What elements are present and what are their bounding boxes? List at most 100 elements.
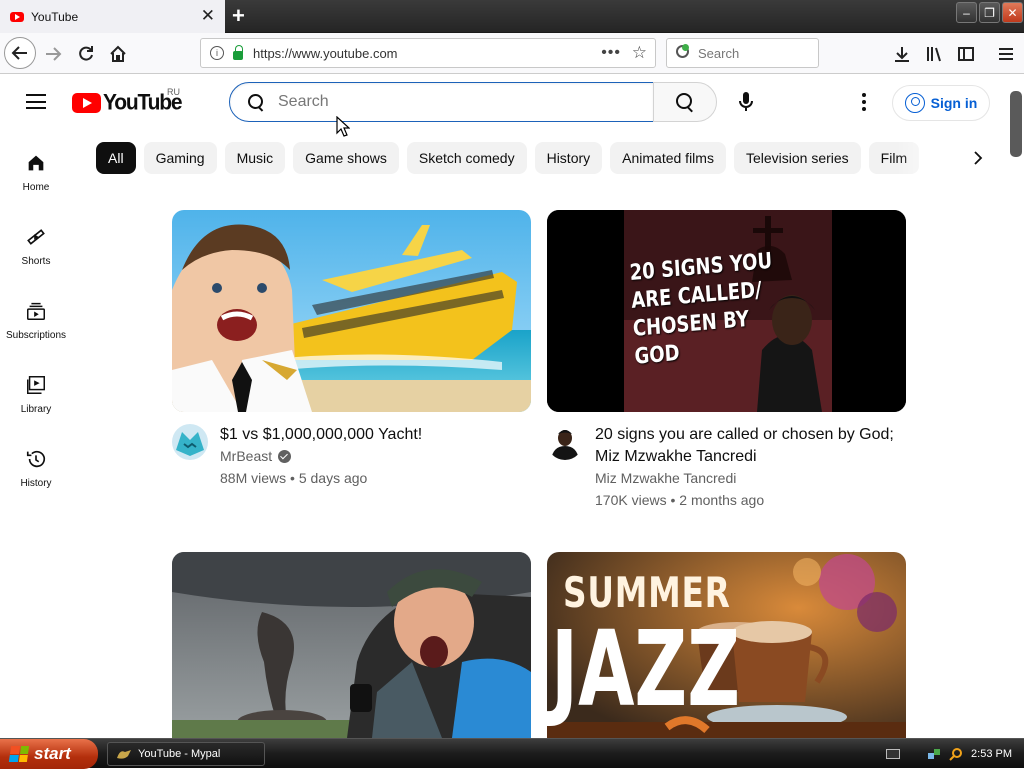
guide-menu-icon[interactable] [26, 94, 46, 109]
system-tray: 2:53 PM [914, 739, 1024, 769]
browser-tab-strip: YouTube ✕ + – ❐ ✕ [0, 0, 1024, 33]
view-count: 88M views [220, 470, 287, 486]
channel-name[interactable]: MrBeast [220, 448, 292, 464]
youtube-play-icon [72, 93, 101, 113]
sign-in-label: Sign in [930, 95, 978, 111]
channel-name[interactable]: Miz Mzwakhe Tancredi [595, 470, 736, 486]
settings-more-icon[interactable] [852, 88, 876, 116]
channel-avatar[interactable] [547, 424, 583, 460]
sidebar-label: History [20, 478, 52, 489]
history-icon [26, 450, 46, 468]
yacht-thumbnail-icon [172, 210, 531, 412]
video-thumbnail[interactable] [172, 552, 531, 738]
network-icon[interactable] [927, 747, 941, 761]
forward-arrow-icon[interactable] [42, 33, 64, 74]
chip-history[interactable]: History [534, 142, 603, 174]
account-icon [904, 93, 925, 113]
window-controls: – ❐ ✕ [956, 2, 1023, 23]
chip-music[interactable]: Music [224, 142, 286, 174]
new-tab-plus-icon[interactable]: + [232, 4, 245, 28]
browser-tab-youtube[interactable]: YouTube ✕ [0, 0, 225, 33]
sidebar-label: Library [20, 404, 52, 415]
search-placeholder: Search [278, 93, 329, 110]
library-icon [27, 376, 45, 394]
lock-icon[interactable] [233, 44, 243, 60]
voice-search-mic-icon[interactable] [728, 84, 764, 120]
taskbar-window-title: YouTube - Mypal [138, 748, 221, 760]
video-thumbnail[interactable] [172, 210, 531, 412]
home-icon[interactable] [106, 33, 130, 74]
chip-sketch-comedy[interactable]: Sketch comedy [406, 142, 527, 174]
verified-badge-icon [278, 449, 292, 463]
sidebar-item-history[interactable]: History [0, 436, 72, 510]
menu-icon[interactable] [994, 33, 1018, 74]
start-label: start [34, 744, 71, 763]
sidebar-item-library[interactable]: Library [0, 362, 72, 436]
back-arrow-icon[interactable] [4, 37, 36, 69]
upload-age: 5 days ago [298, 470, 368, 486]
downloads-icon[interactable] [890, 33, 914, 74]
thumbnail-overlay-text: 20 SIGNS YOU ARE CALLED/ CHOSEN BY GOD [629, 248, 773, 370]
reload-icon[interactable] [74, 33, 98, 74]
sign-in-button[interactable]: Sign in [892, 85, 990, 121]
minimize-button[interactable]: – [956, 2, 977, 23]
browser-search-field[interactable]: Search [666, 38, 819, 68]
chip-all[interactable]: All [96, 142, 136, 174]
page-actions-icon[interactable]: ••• [601, 44, 621, 62]
sidebar-item-home[interactable]: Home [0, 140, 72, 214]
scrollbar-thumb[interactable] [1010, 91, 1022, 157]
youtube-logo[interactable]: YouTube RU [72, 87, 183, 115]
video-title[interactable]: $1 vs $1,000,000,000 Yacht! [220, 424, 520, 446]
search-icon [248, 94, 264, 110]
address-bar[interactable]: i https://www.youtube.com ••• ☆ [200, 38, 656, 68]
channel-name-text[interactable]: Miz Mzwakhe Tancredi [595, 470, 736, 486]
thumbnail-title-jazz: JAZZ [551, 608, 741, 730]
chip-gaming[interactable]: Gaming [143, 142, 217, 174]
upload-age: 2 months ago [679, 492, 765, 508]
taskbar-window-item[interactable]: YouTube - Mypal [107, 742, 265, 766]
youtube-masthead: YouTube RU Search Sign in [0, 74, 1008, 130]
browser-search-placeholder: Search [698, 45, 740, 61]
video-thumbnail[interactable]: SUMMER JAZZ [547, 552, 906, 738]
subscriptions-icon [27, 302, 45, 320]
category-chips-bar: All Gaming Music Game shows Sketch comedy His… [96, 142, 1000, 174]
sidebar-item-shorts[interactable]: Shorts [0, 214, 72, 288]
chip-television-series[interactable]: Television series [733, 142, 861, 174]
tray-search-icon[interactable] [949, 747, 963, 761]
mouse-cursor-icon [336, 116, 350, 137]
video-title[interactable]: 20 signs you are called or chosen by God… [595, 424, 895, 468]
video-stats: 170K views • 2 months ago [595, 492, 765, 508]
bookmark-star-icon[interactable]: ☆ [632, 43, 647, 63]
channel-avatar[interactable] [172, 424, 208, 460]
chip-animated-films[interactable]: Animated films [610, 142, 726, 174]
library-icon[interactable] [922, 33, 946, 74]
restore-button[interactable]: ❐ [979, 2, 1000, 23]
search-button[interactable] [653, 82, 717, 122]
channel-name-text[interactable]: MrBeast [220, 448, 272, 464]
shorts-icon [27, 229, 45, 245]
windows-flag-icon [8, 746, 30, 762]
sidebar-label: Subscriptions [5, 330, 67, 341]
sidebar-toggle-icon[interactable] [954, 33, 978, 74]
video-thumbnail[interactable]: 20 SIGNS YOU ARE CALLED/ CHOSEN BY GOD [547, 210, 906, 412]
view-count: 170K views [595, 492, 667, 508]
youtube-search-input[interactable]: Search [229, 82, 654, 122]
url-text[interactable]: https://www.youtube.com [253, 46, 398, 61]
chevron-right-icon[interactable] [962, 142, 994, 174]
page-scrollbar[interactable] [1008, 74, 1024, 738]
clock: 2:53 PM [971, 748, 1012, 760]
info-icon[interactable]: i [210, 46, 224, 60]
keyboard-layout-icon[interactable] [886, 749, 900, 759]
country-code: RU [167, 87, 180, 97]
browser-navigation-bar: i https://www.youtube.com ••• ☆ Search [0, 33, 1024, 74]
sidebar-item-subscriptions[interactable]: Subscriptions [0, 288, 72, 362]
start-button[interactable]: start [0, 739, 98, 769]
chip-game-shows[interactable]: Game shows [293, 142, 399, 174]
sidebar-label: Home [22, 182, 50, 193]
tab-title: YouTube [31, 9, 79, 24]
tab-close-icon[interactable]: ✕ [201, 7, 215, 24]
mypal-browser-icon [117, 750, 131, 759]
search-button-icon [676, 93, 694, 111]
sidebar-label: Shorts [21, 256, 51, 267]
close-window-button[interactable]: ✕ [1002, 2, 1023, 23]
